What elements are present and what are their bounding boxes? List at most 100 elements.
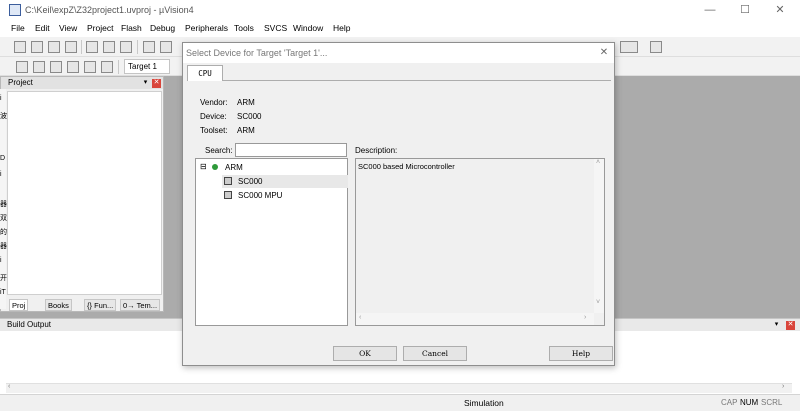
target-select[interactable]: Target 1	[124, 59, 170, 74]
scroll-up-icon[interactable]: ˄	[596, 159, 600, 166]
tree-node-arm[interactable]: ARM	[225, 163, 243, 172]
caps-lock-indicator: CAP	[721, 398, 738, 407]
window-title-bar: C:\Keil\expZ\Z32project1.uvproj - µVisio…	[0, 0, 800, 21]
device-value: SC000	[237, 112, 262, 121]
window-layout-icon[interactable]	[620, 41, 638, 53]
tree-node-sc000-mpu[interactable]: SC000 MPU	[222, 189, 348, 202]
chip-icon	[224, 177, 232, 185]
vendor-value: ARM	[237, 98, 255, 107]
search-label: Search:	[205, 146, 233, 155]
project-tab-label: Proj	[12, 301, 26, 310]
pin-icon[interactable]: ▾	[772, 321, 781, 330]
target-select-value: Target 1	[128, 62, 157, 71]
new-file-icon[interactable]	[14, 41, 26, 53]
edge-fragment: 开	[0, 275, 7, 282]
menu-help[interactable]: Help	[333, 23, 350, 33]
build-output-horizontal-scrollbar[interactable]: ‹ ›	[6, 383, 792, 393]
menu-edit[interactable]: Edit	[35, 23, 50, 33]
functions-tab-label: {} Fun...	[87, 301, 114, 310]
tree-node-sc000-label: SC000	[238, 177, 263, 186]
project-tree[interactable]	[7, 91, 162, 295]
toolbar-separator	[137, 40, 138, 54]
menu-project[interactable]: Project	[87, 23, 113, 33]
description-box[interactable]: SC000 based Microcontroller ˄ ˅ ‹ ›	[355, 158, 605, 326]
scroll-lock-indicator: SCRL	[761, 398, 783, 407]
pin-icon[interactable]: ▾	[141, 79, 150, 88]
description-label: Description:	[355, 146, 398, 155]
tree-collapse-icon[interactable]: ⊟	[200, 162, 207, 171]
device-tree[interactable]: ⊟ ARM SC000 SC000 MPU	[195, 158, 348, 326]
build-output-title: Build Output	[7, 320, 52, 329]
menu-svcs[interactable]: SVCS	[264, 23, 287, 33]
scroll-right-icon[interactable]: ›	[782, 383, 784, 390]
left-edge-background-window: i 波 D i 器 双 的 器 i 开 iT	[0, 89, 7, 309]
cut-icon[interactable]	[86, 41, 98, 53]
chip-icon	[224, 191, 232, 199]
description-horizontal-scrollbar[interactable]: ‹ ›	[356, 313, 594, 325]
edge-fragment: 器	[0, 243, 7, 250]
description-vertical-scrollbar[interactable]: ˄ ˅	[594, 159, 604, 313]
tab-project[interactable]: Proj	[9, 299, 29, 311]
edge-fragment: 波	[0, 113, 7, 120]
cancel-button[interactable]: Cancel	[403, 346, 467, 361]
menu-view[interactable]: View	[59, 23, 77, 33]
copy-icon[interactable]	[103, 41, 115, 53]
download-icon[interactable]	[101, 61, 113, 73]
num-lock-indicator: NUM	[740, 398, 759, 407]
save-icon[interactable]	[48, 41, 60, 53]
project-panel-header: Project ▾ ✕	[1, 77, 163, 89]
toolset-label: Toolset:	[200, 126, 228, 135]
scroll-down-icon[interactable]: ˅	[596, 299, 600, 306]
translate-icon[interactable]	[16, 61, 28, 73]
edge-fragment: i	[0, 171, 2, 178]
menu-window[interactable]: Window	[293, 23, 323, 33]
undo-icon[interactable]	[143, 41, 155, 53]
books-tab-label: Books	[48, 301, 69, 310]
tab-functions[interactable]: {} Fun...	[84, 299, 117, 311]
ok-button[interactable]: OK	[333, 346, 397, 361]
close-panel-icon[interactable]: ✕	[786, 321, 795, 330]
device-label: Device:	[200, 112, 227, 121]
edge-fragment: 器	[0, 201, 7, 208]
close-panel-icon[interactable]: ✕	[152, 79, 161, 88]
configure-icon[interactable]	[650, 41, 662, 53]
scroll-left-icon[interactable]: ‹	[8, 383, 10, 390]
vendor-node-icon	[212, 164, 218, 170]
uvision-app-icon	[9, 4, 21, 16]
dialog-close-button[interactable]: ✕	[597, 46, 611, 60]
description-text-area: SC000 based Microcontroller	[356, 159, 594, 313]
close-window-button[interactable]: ✕	[765, 2, 795, 19]
redo-icon[interactable]	[160, 41, 172, 53]
device-search-input[interactable]	[235, 143, 347, 157]
edge-fragment: D	[0, 155, 6, 162]
rebuild-icon[interactable]	[50, 61, 62, 73]
status-bar: Simulation CAP NUM SCRL	[0, 394, 800, 411]
maximize-button[interactable]: ☐	[730, 2, 760, 19]
tab-cpu[interactable]: CPU	[187, 65, 223, 81]
edge-fragment: 双	[0, 215, 7, 222]
tab-templates[interactable]: 0→ Tem...	[120, 299, 161, 311]
minimize-button[interactable]: —	[695, 2, 725, 19]
tree-node-sc000[interactable]: SC000	[222, 175, 348, 188]
toolbar-separator	[118, 60, 119, 74]
paste-icon[interactable]	[120, 41, 132, 53]
menu-debug[interactable]: Debug	[150, 23, 175, 33]
menu-peripherals[interactable]: Peripherals	[185, 23, 228, 33]
project-panel-title: Project	[8, 78, 33, 87]
menu-tools[interactable]: Tools	[234, 23, 254, 33]
menu-flash[interactable]: Flash	[121, 23, 142, 33]
toolset-value: ARM	[237, 126, 255, 135]
help-button[interactable]: Help	[549, 346, 613, 361]
window-title: C:\Keil\expZ\Z32project1.uvproj - µVisio…	[25, 5, 194, 15]
project-panel: Project ▾ ✕ Proj Books {} Fun... 0→ Tem.…	[0, 76, 164, 312]
edge-fragment: i	[0, 95, 2, 102]
batch-build-icon[interactable]	[67, 61, 79, 73]
open-file-icon[interactable]	[31, 41, 43, 53]
stop-build-icon[interactable]	[84, 61, 96, 73]
tab-books[interactable]: Books	[45, 299, 72, 311]
menu-file[interactable]: File	[11, 23, 25, 33]
scroll-left-icon[interactable]: ‹	[359, 314, 361, 321]
scroll-right-icon[interactable]: ›	[584, 314, 586, 321]
save-all-icon[interactable]	[65, 41, 77, 53]
build-icon[interactable]	[33, 61, 45, 73]
